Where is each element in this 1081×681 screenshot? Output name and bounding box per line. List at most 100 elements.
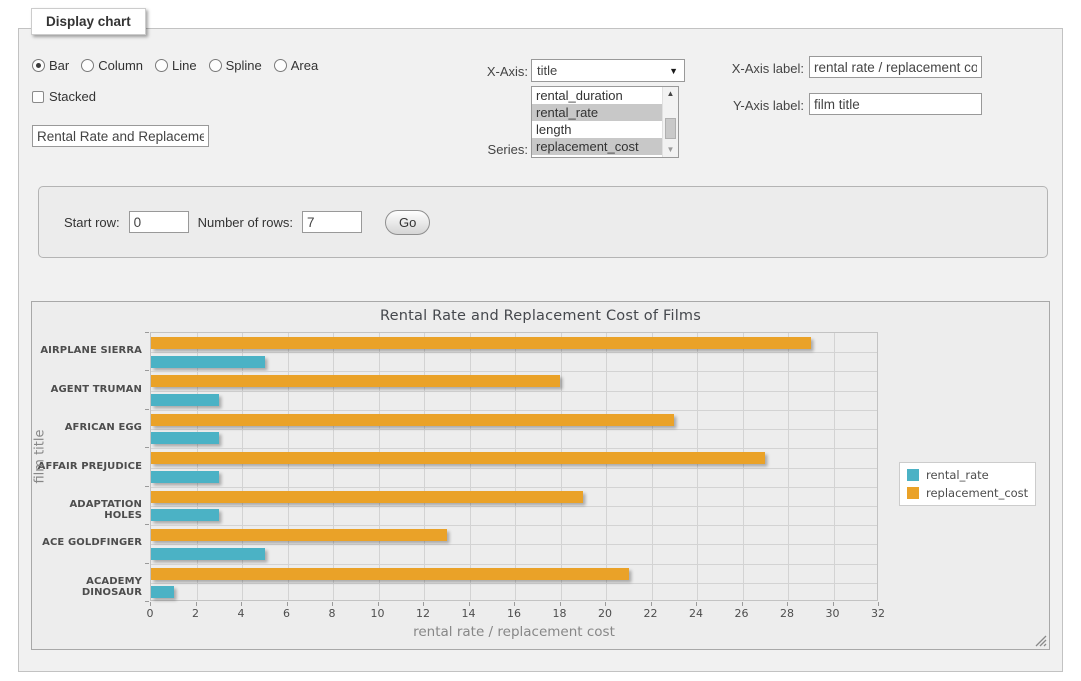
gridline-vertical	[652, 333, 653, 600]
y-tick-mark	[145, 486, 149, 487]
radio-icon	[274, 59, 287, 72]
bar-rental_rate	[151, 394, 219, 406]
x-axis-title: rental rate / replacement cost	[150, 624, 878, 640]
y-axis-label-field-label: Y-Axis label:	[709, 98, 804, 113]
chart-title-input[interactable]	[32, 125, 209, 147]
x-axis-selected-value: title	[537, 63, 557, 78]
scroll-down-icon[interactable]: ▼	[663, 143, 678, 157]
chart-type-radio-spline[interactable]: Spline	[209, 58, 262, 73]
x-tick-mark	[833, 602, 834, 606]
x-tick-mark	[241, 602, 242, 606]
radio-icon	[32, 59, 45, 72]
y-tick-mark	[145, 409, 149, 410]
gridline-horizontal	[151, 391, 877, 392]
radio-icon	[81, 59, 94, 72]
chart-type-radio-bar[interactable]: Bar	[32, 58, 69, 73]
gridline-vertical	[834, 333, 835, 600]
x-tick-label: 32	[863, 607, 893, 620]
series-option-length[interactable]: length	[532, 121, 662, 138]
stacked-checkbox[interactable]	[32, 91, 44, 103]
x-tick-label: 22	[636, 607, 666, 620]
x-tick-mark	[469, 602, 470, 606]
bar-replacement_cost	[151, 414, 674, 426]
num-rows-input[interactable]	[302, 211, 362, 233]
scrollbar-thumb[interactable]	[665, 118, 676, 139]
chart-type-label: Spline	[226, 58, 262, 73]
start-row-input[interactable]	[129, 211, 189, 233]
scroll-up-icon[interactable]: ▲	[663, 87, 678, 101]
gridline-vertical	[788, 333, 789, 600]
gridline-vertical	[424, 333, 425, 600]
y-axis-title: film title	[33, 407, 48, 507]
gridline-vertical	[561, 333, 562, 600]
chevron-down-icon: ▼	[669, 66, 678, 76]
y-axis-label-input[interactable]	[809, 93, 982, 115]
x-tick-mark	[423, 602, 424, 606]
x-tick-label: 20	[590, 607, 620, 620]
x-tick-mark	[696, 602, 697, 606]
stacked-label: Stacked	[49, 89, 96, 104]
x-tick-label: 10	[363, 607, 393, 620]
gridline-vertical	[197, 333, 198, 600]
plot-area	[150, 332, 878, 601]
gridline-vertical	[470, 333, 471, 600]
x-tick-mark	[651, 602, 652, 606]
category-label: ACADEMY DINOSAUR	[32, 576, 142, 598]
gridline-vertical	[379, 333, 380, 600]
legend-item-rental_rate: rental_rate	[907, 468, 1028, 482]
chart-type-label: Line	[172, 58, 197, 73]
x-axis-label-field-label: X-Axis label:	[709, 61, 804, 76]
y-tick-mark	[145, 332, 149, 333]
chart-type-radio-area[interactable]: Area	[274, 58, 318, 73]
chart-legend: rental_ratereplacement_cost	[899, 462, 1036, 506]
series-listbox-scrollbar[interactable]: ▲ ▼	[662, 87, 678, 157]
bar-replacement_cost	[151, 568, 629, 580]
x-tick-mark	[878, 602, 879, 606]
radio-icon	[155, 59, 168, 72]
series-listbox[interactable]: rental_durationrental_ratelengthreplacem…	[531, 86, 679, 158]
gridline-vertical	[743, 333, 744, 600]
go-button[interactable]: Go	[385, 210, 430, 235]
series-option-rental_duration[interactable]: rental_duration	[532, 87, 662, 104]
category-label: AGENT TRUMAN	[32, 384, 142, 395]
gridline-vertical	[288, 333, 289, 600]
stacked-option[interactable]: Stacked	[32, 89, 96, 104]
x-tick-label: 0	[135, 607, 165, 620]
chart-type-radio-group: Bar Column Line Spline Area	[32, 58, 318, 73]
x-tick-label: 24	[681, 607, 711, 620]
panel-legend: Display chart	[31, 8, 146, 35]
series-option-rental_rate[interactable]: rental_rate	[532, 104, 662, 121]
bar-replacement_cost	[151, 337, 811, 349]
y-tick-mark	[145, 524, 149, 525]
chart-type-radio-line[interactable]: Line	[155, 58, 197, 73]
gridline-horizontal	[151, 468, 877, 469]
category-label: ADAPTATION HOLES	[32, 499, 142, 521]
bar-replacement_cost	[151, 529, 447, 541]
y-tick-mark	[145, 370, 149, 371]
bar-rental_rate	[151, 509, 219, 521]
chart: Rental Rate and Replacement Cost of Film…	[31, 301, 1050, 650]
chart-type-radio-column[interactable]: Column	[81, 58, 143, 73]
gridline-horizontal	[151, 448, 877, 449]
legend-swatch	[907, 469, 919, 481]
chart-type-label: Bar	[49, 58, 69, 73]
resize-handle-icon[interactable]	[1035, 635, 1047, 647]
x-tick-mark	[332, 602, 333, 606]
bar-rental_rate	[151, 471, 219, 483]
gridline-horizontal	[151, 410, 877, 411]
x-axis-select[interactable]: title ▼	[531, 59, 685, 82]
gridline-horizontal	[151, 544, 877, 545]
x-tick-mark	[378, 602, 379, 606]
series-options: rental_durationrental_ratelengthreplacem…	[532, 87, 662, 157]
x-tick-label: 30	[818, 607, 848, 620]
bar-rental_rate	[151, 548, 265, 560]
gridline-horizontal	[151, 583, 877, 584]
gridline-horizontal	[151, 564, 877, 565]
series-option-replacement_cost[interactable]: replacement_cost	[532, 138, 662, 155]
x-tick-mark	[150, 602, 151, 606]
x-tick-label: 8	[317, 607, 347, 620]
x-tick-mark	[514, 602, 515, 606]
radio-icon	[209, 59, 222, 72]
x-tick-mark	[787, 602, 788, 606]
x-axis-label-input[interactable]	[809, 56, 982, 78]
